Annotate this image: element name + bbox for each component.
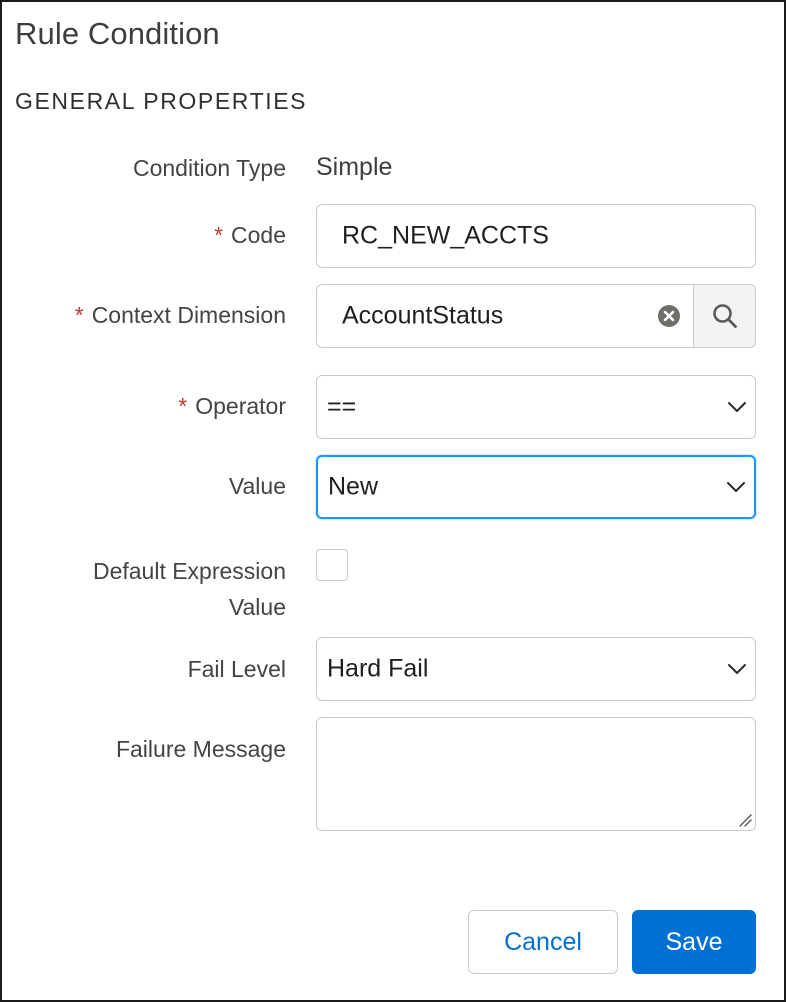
value-label: Value — [229, 473, 286, 500]
operator-label: * Operator — [178, 393, 286, 420]
context-dimension-value: AccountStatus — [342, 301, 504, 330]
operator-label-text: Operator — [195, 393, 286, 419]
value-select[interactable]: New — [316, 455, 756, 519]
cancel-button[interactable]: Cancel — [468, 910, 618, 974]
context-dimension-label-text: Context Dimension — [91, 302, 286, 328]
chevron-down-icon — [727, 482, 745, 492]
failure-message-textarea[interactable] — [316, 717, 756, 831]
default-expression-value-checkbox[interactable] — [316, 549, 348, 581]
value-label-text: Value — [228, 473, 286, 499]
fail-level-selected-value: Hard Fail — [327, 654, 429, 683]
context-dimension-lookup[interactable]: AccountStatus — [316, 284, 756, 348]
required-marker: * — [74, 302, 84, 328]
condition-type-label-text: Condition Type — [132, 155, 286, 181]
chevron-down-icon — [728, 402, 746, 412]
resize-handle-icon[interactable] — [738, 813, 752, 827]
close-circle-icon[interactable] — [657, 304, 681, 328]
code-input[interactable]: RC_NEW_ACCTS — [316, 204, 756, 268]
save-button[interactable]: Save — [632, 910, 756, 974]
failure-message-label-text: Failure Message — [115, 736, 286, 762]
code-label: * Code — [214, 222, 286, 249]
default-expression-label-line2: Value — [228, 594, 286, 620]
fail-level-label-text: Fail Level — [187, 656, 286, 682]
default-expression-label-line1: Default Expression — [92, 558, 286, 584]
code-label-text: Code — [231, 222, 286, 248]
default-expression-value-label: Default Expression Value — [93, 553, 286, 625]
value-selected-value: New — [328, 472, 379, 501]
lookup-search-button[interactable] — [693, 285, 755, 347]
required-marker: * — [178, 393, 188, 419]
operator-select[interactable]: == — [316, 375, 756, 439]
dialog-title: Rule Condition — [15, 16, 220, 51]
fail-level-select[interactable]: Hard Fail — [316, 637, 756, 701]
code-input-value: RC_NEW_ACCTS — [342, 221, 549, 250]
operator-selected-value: == — [327, 392, 357, 421]
fail-level-label: Fail Level — [188, 656, 286, 683]
failure-message-label: Failure Message — [116, 736, 286, 763]
section-header-general-properties: GENERAL PROPERTIES — [15, 88, 308, 114]
chevron-down-icon — [728, 664, 746, 674]
condition-type-label: Condition Type — [133, 155, 286, 182]
context-dimension-label: * Context Dimension — [75, 302, 286, 329]
rule-condition-dialog: Rule Condition GENERAL PROPERTIES Condit… — [0, 0, 786, 1002]
search-icon — [712, 304, 737, 328]
required-marker: * — [214, 222, 224, 248]
condition-type-value: Simple — [316, 153, 393, 181]
